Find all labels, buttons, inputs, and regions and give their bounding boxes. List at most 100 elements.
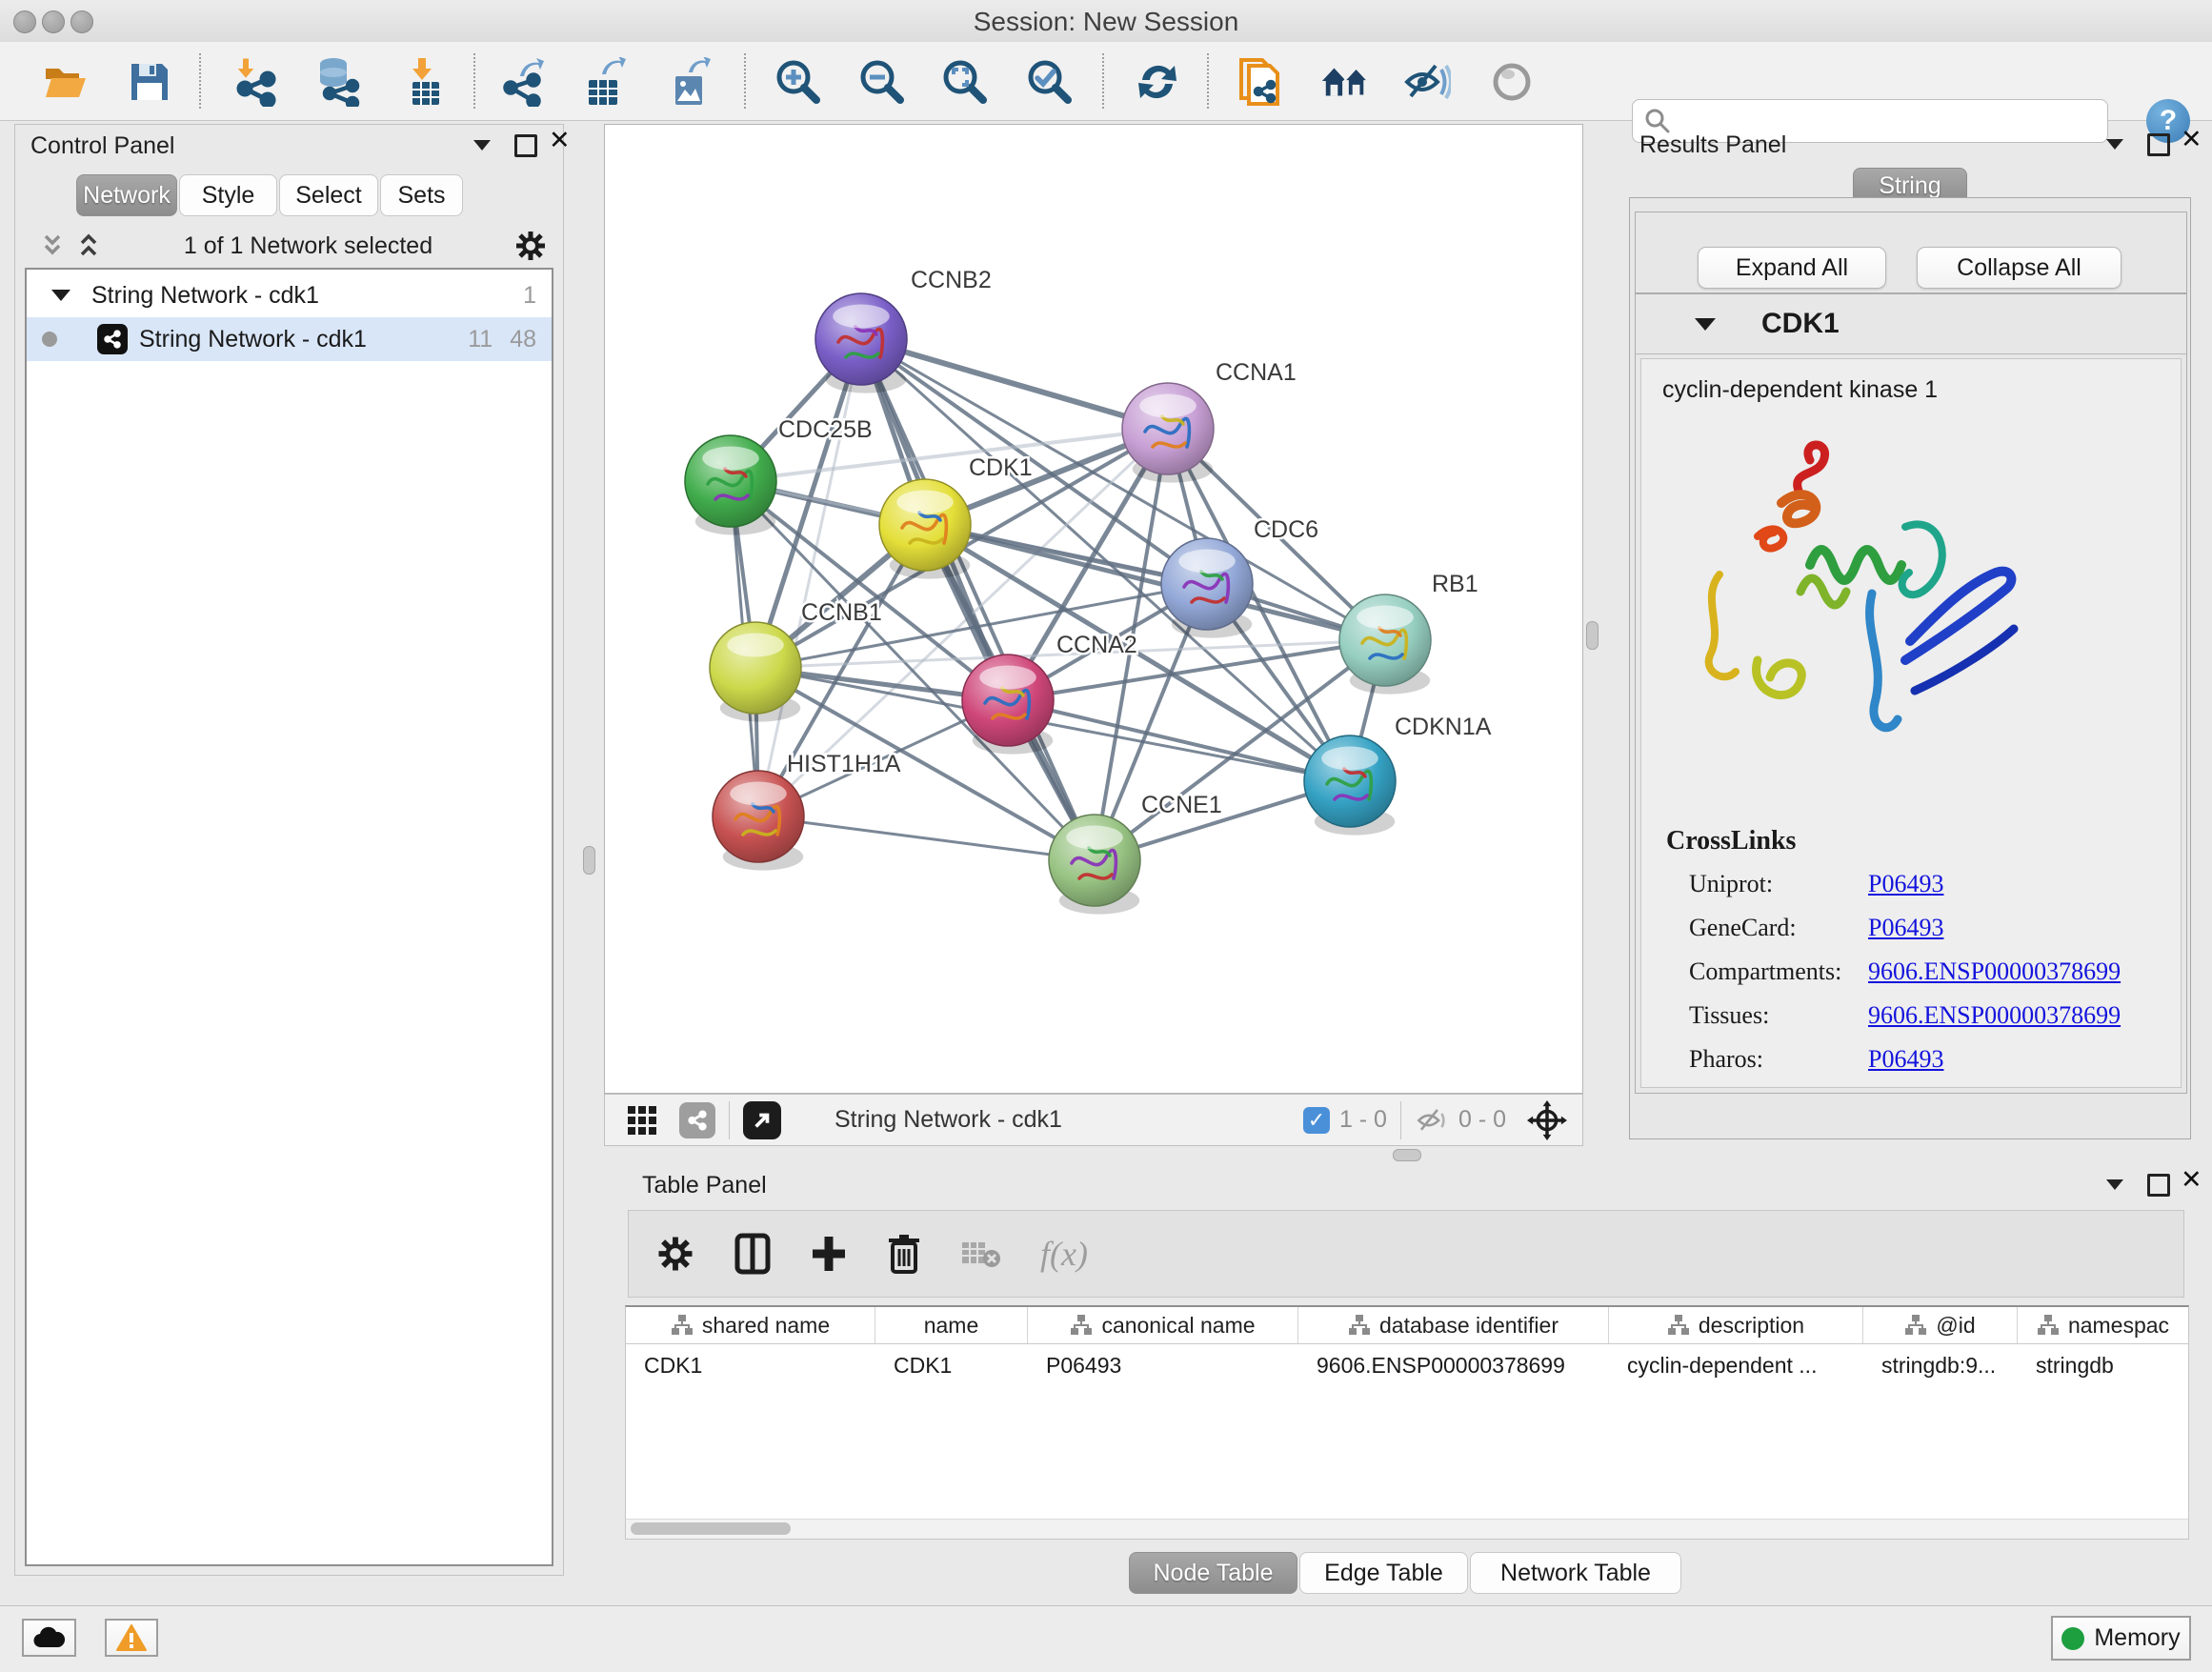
export-network-button[interactable] (498, 57, 548, 107)
string-home-button[interactable] (1320, 57, 1370, 107)
tab-node-table[interactable]: Node Table (1129, 1552, 1297, 1594)
zoom-out-button[interactable] (857, 57, 907, 107)
table-panel-float-button[interactable] (2147, 1174, 2170, 1197)
column-header-shared-name[interactable]: shared name (626, 1307, 875, 1343)
network-node-ccna1[interactable]: CCNA1 (1122, 359, 1297, 483)
network-edge[interactable] (758, 339, 861, 816)
control-panel-float-button[interactable] (514, 134, 537, 157)
control-panel-close-button[interactable]: ✕ (549, 131, 571, 150)
memory-status-dot-icon (2061, 1627, 2084, 1650)
string-glass-effect-button[interactable] (1487, 57, 1537, 107)
table-options-button[interactable] (655, 1234, 695, 1274)
show-columns-button[interactable] (734, 1233, 772, 1275)
gene-collapse-caret-icon[interactable] (1695, 318, 1716, 331)
network-node-cdk1[interactable]: CDK1 (879, 454, 1033, 579)
export-table-button[interactable] (580, 57, 630, 107)
cell-shared-name[interactable]: CDK1 (626, 1344, 875, 1387)
cell-database-identifier[interactable]: 9606.ENSP00000378699 (1298, 1344, 1609, 1387)
network-node-cdkn1a[interactable]: CDKN1A (1304, 714, 1492, 836)
tab-style[interactable]: Style (179, 174, 277, 216)
network-edge[interactable] (758, 816, 1095, 860)
import-network-file-button[interactable] (232, 57, 282, 107)
left-splitter-handle[interactable] (583, 846, 595, 875)
memory-button[interactable]: Memory (2051, 1616, 2191, 1661)
column-header-name[interactable]: name (875, 1307, 1028, 1343)
crosslink-uniprot-link[interactable]: P06493 (1868, 870, 1943, 898)
node-table[interactable]: shared name name canonical name database… (625, 1305, 2189, 1540)
column-header-id[interactable]: @id (1863, 1307, 2018, 1343)
cell-name[interactable]: CDK1 (875, 1344, 1028, 1387)
horizontal-scrollbar-thumb[interactable] (631, 1522, 791, 1535)
network-canvas[interactable]: CCNB2CCNA1CDC25BCDK1CDC6RB1CCNB1CCNA2CDK… (604, 124, 1583, 1094)
network-options-gear-icon[interactable] (513, 229, 548, 263)
control-panel-menu-button[interactable] (473, 140, 491, 151)
network-node-rb1[interactable]: RB1 (1339, 571, 1478, 695)
tab-network-table[interactable]: Network Table (1470, 1552, 1681, 1594)
cell-id[interactable]: stringdb:9... (1863, 1344, 2018, 1387)
network-node-label: CCNB1 (801, 599, 882, 626)
houses-icon (1320, 60, 1370, 104)
expand-all-networks-icon[interactable] (38, 231, 67, 261)
crosslink-pharos-link[interactable]: P06493 (1868, 1045, 1943, 1074)
grid-view-icon[interactable] (626, 1104, 658, 1137)
network-node-ccnb2[interactable]: CCNB2 (815, 267, 992, 393)
selected-indicator-checkbox-icon[interactable]: ✓ (1303, 1107, 1330, 1134)
delete-column-button[interactable] (886, 1232, 922, 1276)
string-hide-images-button[interactable] (1402, 57, 1452, 107)
results-panel-close-button[interactable]: ✕ (2181, 130, 2202, 149)
network-graph[interactable]: CCNB2CCNA1CDC25BCDK1CDC6RB1CCNB1CCNA2CDK… (605, 125, 1582, 1093)
create-column-button[interactable] (810, 1233, 848, 1275)
tab-network[interactable]: Network (76, 174, 177, 216)
cell-description[interactable]: cyclin-dependent ... (1609, 1344, 1863, 1387)
collection-expand-caret-icon[interactable] (51, 290, 70, 301)
results-panel-menu-button[interactable] (2106, 139, 2123, 150)
import-table-file-button[interactable] (400, 57, 450, 107)
column-header-description[interactable]: description (1609, 1307, 1863, 1343)
bottom-splitter-handle[interactable] (1393, 1149, 1421, 1161)
detach-view-icon[interactable] (743, 1101, 781, 1139)
tab-select[interactable]: Select (279, 174, 378, 216)
string-protein-query-button[interactable] (1235, 57, 1284, 107)
zoom-in-button[interactable] (774, 57, 823, 107)
horizontal-scrollbar[interactable] (626, 1519, 2188, 1539)
table-panel-menu-button[interactable] (2106, 1179, 2123, 1190)
save-session-button[interactable] (125, 57, 174, 107)
table-panel-close-button[interactable]: ✕ (2181, 1170, 2202, 1189)
crosslink-label: Uniprot: (1689, 870, 1773, 898)
column-header-canonical-name[interactable]: canonical name (1028, 1307, 1298, 1343)
export-image-button[interactable] (665, 57, 714, 107)
column-header-database-identifier[interactable]: database identifier (1298, 1307, 1609, 1343)
cell-namespace[interactable]: stringdb (2018, 1344, 2188, 1387)
right-splitter-handle[interactable] (1586, 621, 1599, 650)
crosslink-tissues-link[interactable]: 9606.ENSP00000378699 (1868, 1001, 2121, 1030)
collapse-all-button[interactable]: Collapse All (1917, 247, 2122, 289)
column-header-namespace[interactable]: namespac (2018, 1307, 2188, 1343)
network-edge[interactable] (861, 339, 1168, 429)
cloud-status-button[interactable] (22, 1619, 76, 1657)
string-view-icon[interactable] (679, 1102, 715, 1138)
open-session-button[interactable] (40, 57, 90, 107)
birds-eye-view-icon[interactable] (1527, 1100, 1567, 1140)
network-node-ccnb1[interactable]: CCNB1 (710, 599, 882, 722)
apply-layout-button[interactable] (1133, 57, 1182, 107)
import-network-database-button[interactable] (312, 57, 362, 107)
network-node-hist1h1a[interactable]: HIST1H1A (713, 751, 901, 871)
collapse-all-networks-icon[interactable] (74, 231, 103, 261)
crosslink-genecard-link[interactable]: P06493 (1868, 914, 1943, 942)
cell-canonical-name[interactable]: P06493 (1028, 1344, 1298, 1387)
network-node-ccne1[interactable]: CCNE1 (1049, 792, 1222, 915)
warnings-button[interactable] (105, 1619, 158, 1657)
zoom-fit-button[interactable] (940, 57, 990, 107)
network-collection-row[interactable]: String Network - cdk1 1 (27, 273, 552, 317)
tab-edge-table[interactable]: Edge Table (1299, 1552, 1468, 1594)
expand-all-button[interactable]: Expand All (1698, 247, 1886, 289)
delete-table-icon (960, 1237, 1002, 1271)
tab-sets[interactable]: Sets (380, 174, 463, 216)
results-panel-float-button[interactable] (2147, 133, 2170, 156)
network-row[interactable]: String Network - cdk1 11 48 (27, 317, 552, 361)
zoom-selected-button[interactable] (1025, 57, 1075, 107)
table-row[interactable]: CDK1 CDK1 P06493 9606.ENSP00000378699 cy… (626, 1344, 2188, 1387)
network-edge[interactable] (861, 339, 1095, 860)
crosslink-compartments-link[interactable]: 9606.ENSP00000378699 (1868, 957, 2121, 986)
gene-section-header[interactable]: CDK1 (1636, 294, 2186, 354)
